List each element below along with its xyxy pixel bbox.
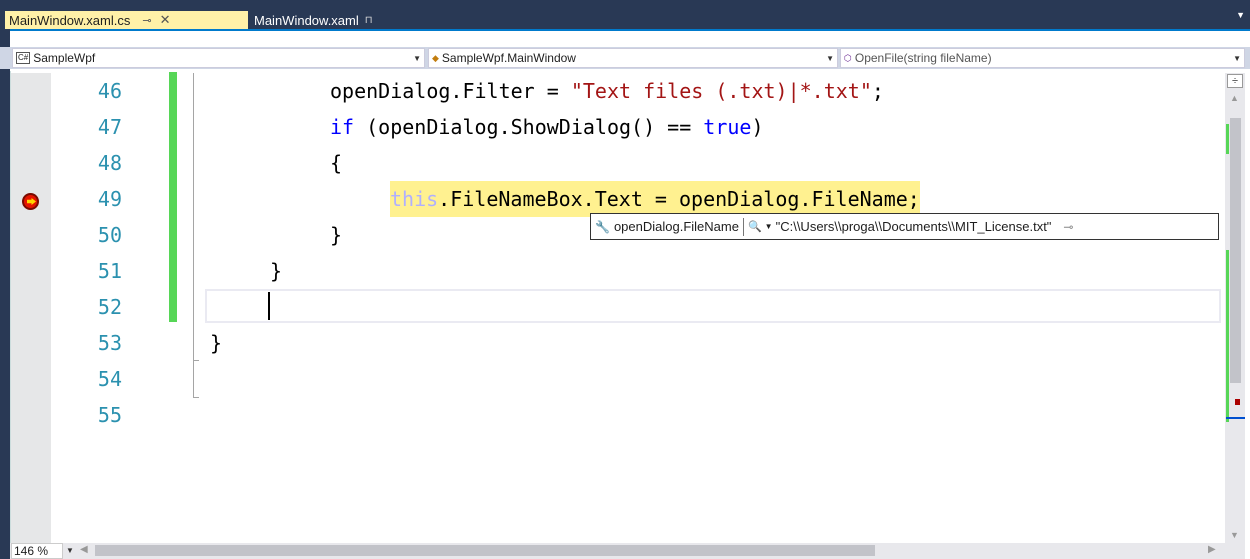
zoom-dropdown[interactable]: 146 % [11, 543, 63, 559]
line-number: 46 [97, 79, 122, 103]
member-label: OpenFile(string fileName) [854, 51, 992, 65]
datatip[interactable]: 🔧 openDialog.FileName 🔍 ▼ "C:\\Users\\pr… [590, 213, 1219, 240]
project-label: SampleWpf [33, 51, 96, 65]
wrench-icon: 🔧 [595, 219, 610, 234]
pin-icon[interactable]: ⊸ [142, 14, 151, 27]
code-line-51[interactable]: } [270, 253, 282, 289]
line-number: 47 [97, 115, 122, 139]
close-icon[interactable]: ✕ [160, 12, 171, 28]
code-line-53[interactable]: } [210, 325, 222, 361]
chevron-down-icon: ▼ [413, 54, 421, 63]
keyword: if [330, 115, 355, 139]
outlining-line [193, 73, 194, 398]
code-line-47[interactable]: if (openDialog.ShowDialog() == true) [330, 109, 764, 145]
scrollbar-thumb[interactable] [95, 545, 875, 556]
scrollbar-thumb[interactable] [1230, 118, 1241, 383]
change-tracking-bar [169, 72, 177, 322]
divider [742, 217, 744, 236]
chevron-down-icon: ▼ [826, 54, 834, 63]
csharp-project-icon: C# [16, 52, 31, 64]
member-dropdown[interactable]: ⬡ OpenFile(string fileName) ▼ [840, 48, 1245, 68]
code-text: ; [871, 79, 884, 103]
code-line-50[interactable]: } [330, 217, 342, 253]
line-number: 54 [97, 367, 122, 391]
tab-mainwindow-xaml[interactable]: MainWindow.xaml ⊓ [248, 11, 446, 29]
tab-mainwindow-xaml-cs[interactable]: MainWindow.xaml.cs ⊸ ✕ [5, 11, 248, 29]
code-text: openDialog.Filter = [330, 79, 571, 103]
tab-overflow-dropdown-icon[interactable]: ▼ [1236, 10, 1245, 20]
breakpoint-marker [1235, 399, 1240, 405]
scroll-right-icon[interactable]: ▶ [1208, 544, 1216, 555]
lock-icon: ⊓ [364, 14, 373, 26]
scroll-down-icon[interactable]: ▼ [1230, 530, 1239, 540]
current-statement[interactable]: this.FileNameBox.Text = openDialog.FileN… [390, 181, 920, 217]
chevron-down-icon: ▼ [1233, 54, 1241, 63]
code-line-48[interactable]: { [330, 145, 342, 181]
line-number: 49 [97, 187, 122, 211]
class-icon: ◆ [432, 52, 439, 63]
datatip-value[interactable]: "C:\\Users\\proga\\Documents\\MIT_Licens… [776, 219, 1052, 234]
scroll-left-icon[interactable]: ◀ [80, 544, 88, 555]
line-number: 48 [97, 151, 122, 175]
line-number: 51 [97, 259, 122, 283]
type-label: SampleWpf.MainWindow [441, 51, 576, 65]
indicator-margin[interactable] [11, 73, 51, 543]
keyword: this [390, 187, 439, 211]
caret-position-marker [1226, 417, 1245, 419]
change-marker [1226, 250, 1229, 422]
outlining-tick [193, 397, 199, 398]
visualizer-magnifier-icon[interactable]: 🔍 [748, 220, 762, 233]
code-text: .FileNameBox.Text = openDialog.FileName; [438, 187, 920, 211]
tab-strip-accent [0, 29, 1250, 31]
keyword: true [703, 115, 752, 139]
scroll-up-icon[interactable]: ▲ [1230, 93, 1239, 103]
line-number: 53 [97, 331, 122, 355]
code-text: ) [751, 115, 764, 139]
split-window-icon[interactable]: ÷ [1227, 74, 1243, 88]
code-line-46[interactable]: openDialog.Filter = "Text files (.txt)|*… [330, 73, 884, 109]
tab-label: MainWindow.xaml.cs [9, 12, 131, 28]
text-caret [268, 292, 270, 320]
current-line-highlight [205, 289, 1221, 323]
code-text: (openDialog.ShowDialog() == [354, 115, 704, 139]
string-literal: "Text files (.txt)|*.txt" [570, 79, 872, 103]
chevron-down-icon[interactable]: ▼ [66, 546, 74, 555]
line-number: 50 [97, 223, 122, 247]
line-number: 52 [97, 295, 122, 319]
line-number: 55 [97, 403, 122, 427]
type-dropdown[interactable]: ◆ SampleWpf.MainWindow ▼ [428, 48, 838, 68]
window-left-edge [0, 29, 10, 559]
project-dropdown[interactable]: C# SampleWpf ▼ [12, 48, 425, 68]
datatip-expression: openDialog.FileName [613, 219, 739, 234]
outlining-tick [193, 360, 199, 361]
method-icon: ⬡ [844, 52, 852, 63]
pin-icon[interactable]: ⊸ [1063, 220, 1073, 234]
chevron-down-icon[interactable]: ▼ [765, 222, 773, 231]
change-marker [1226, 124, 1229, 154]
tab-label: MainWindow.xaml [254, 12, 359, 28]
breakpoint-current-statement-icon[interactable] [22, 193, 39, 210]
